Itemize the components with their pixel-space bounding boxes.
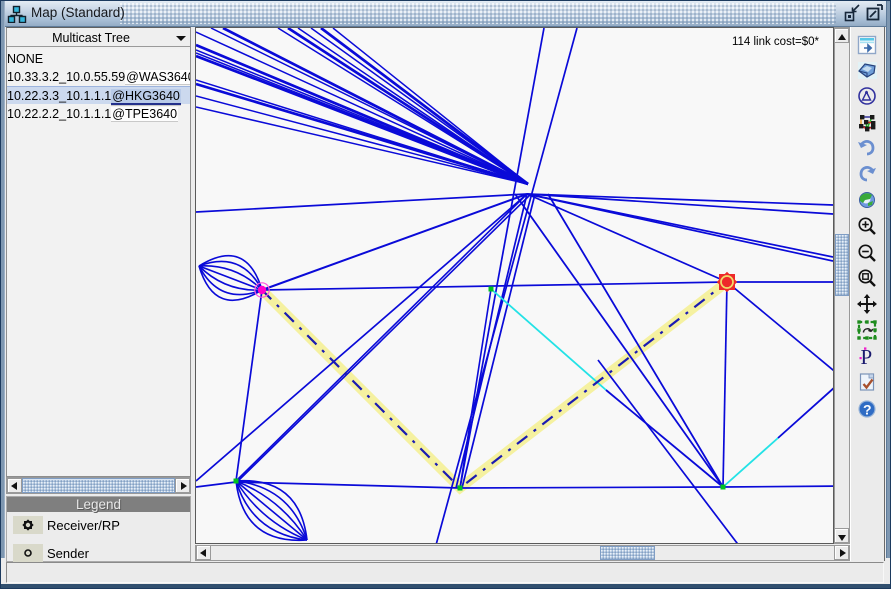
svg-text:?: ? — [863, 402, 872, 418]
